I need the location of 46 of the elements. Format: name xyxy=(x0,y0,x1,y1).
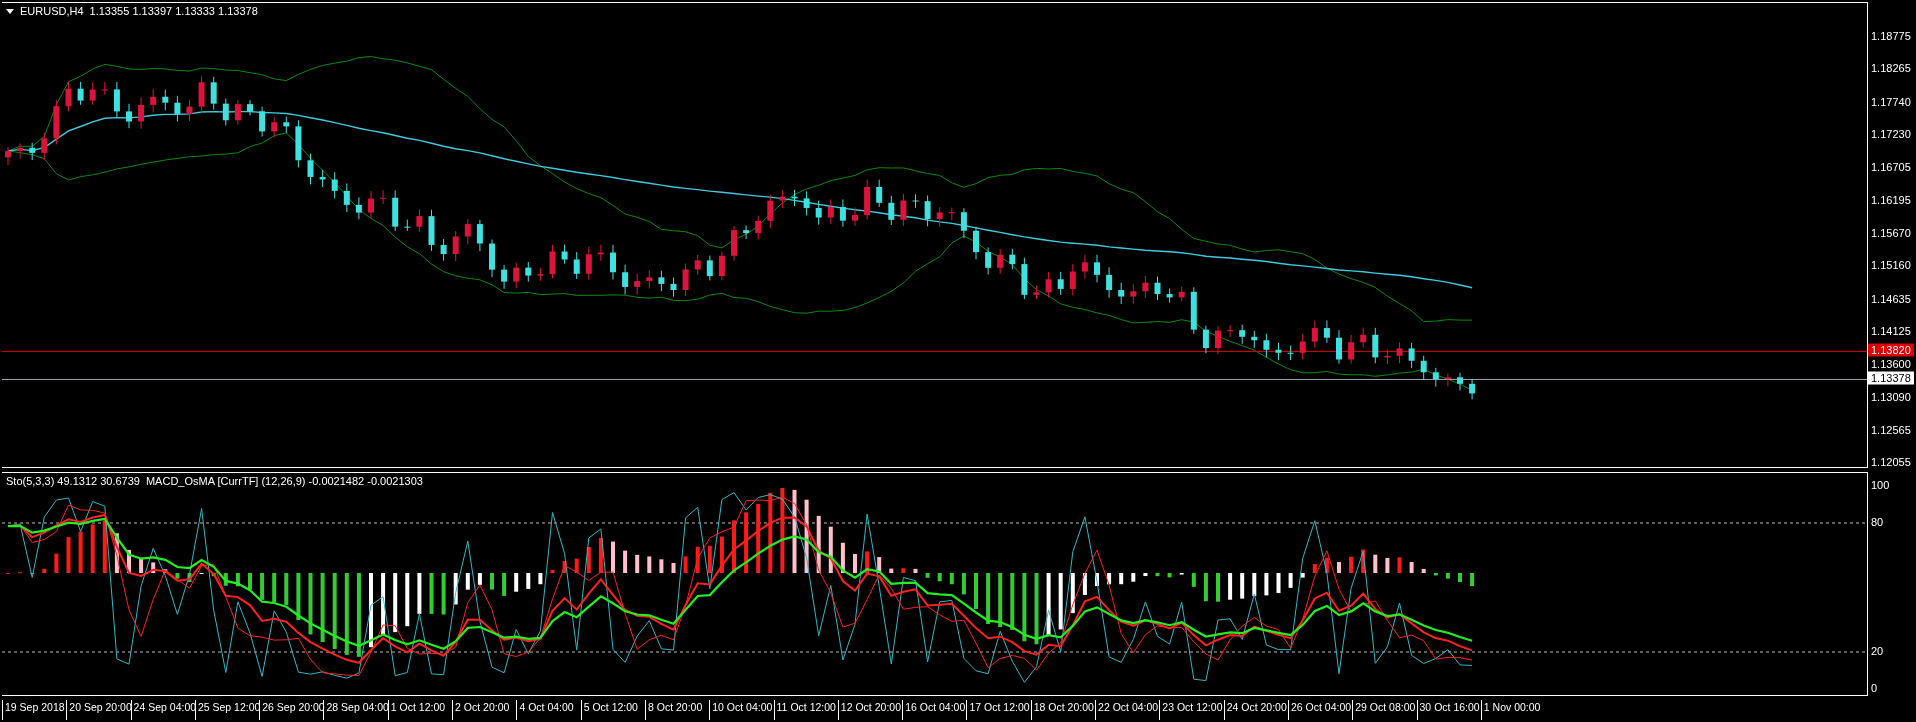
price-axis-label: 1.18265 xyxy=(1871,61,1911,75)
time-axis-label: 17 Oct 12:00 xyxy=(966,700,1031,720)
time-axis-label: 29 Oct 08:00 xyxy=(1352,700,1417,720)
scale-label: 0 xyxy=(1871,681,1878,695)
time-axis-label: 18 Oct 20:00 xyxy=(1030,700,1096,720)
time-axis-label: 30 Oct 16:00 xyxy=(1416,700,1481,720)
price-axis-label: 1.14125 xyxy=(1871,324,1911,338)
time-axis-label: 8 Oct 20:00 xyxy=(644,700,710,720)
time-axis-label: 2 Oct 20:00 xyxy=(452,700,517,720)
price-axis-label: 1.15670 xyxy=(1871,226,1911,240)
time-axis-label: 1 Oct 12:00 xyxy=(387,700,453,720)
time-axis-label: 26 Oct 04:00 xyxy=(1287,700,1353,720)
time-axis-label: 28 Sep 04:00 xyxy=(323,700,388,720)
ohlc-values: 1.13355 1.13397 1.13333 1.13378 xyxy=(89,5,258,17)
time-axis-label: 19 Sep 2018 xyxy=(2,700,67,720)
scale-label: 80 xyxy=(1871,515,1884,529)
price-axis-label: 1.12565 xyxy=(1871,423,1911,437)
bid-price-label: 1.13378 xyxy=(1868,371,1914,385)
time-axis-label: 5 Oct 12:00 xyxy=(580,700,645,720)
time-axis-label: 23 Oct 12:00 xyxy=(1159,700,1224,720)
time-axis-label: 16 Oct 04:00 xyxy=(902,700,967,720)
price-axis-label: 1.18775 xyxy=(1871,29,1911,43)
time-axis-label: 11 Oct 12:00 xyxy=(773,700,838,720)
scale-label: 100 xyxy=(1871,478,1890,492)
price-axis-label: 1.13600 xyxy=(1871,357,1911,371)
time-axis-label: 12 Oct 20:00 xyxy=(837,700,903,720)
price-axis-label: 1.16195 xyxy=(1871,193,1911,207)
time-axis-label: 10 Oct 04:00 xyxy=(709,700,774,720)
price-axis-label: 1.16705 xyxy=(1871,160,1911,174)
time-axis-label: 22 Oct 04:00 xyxy=(1095,700,1160,720)
time-axis-label: 20 Sep 20:00 xyxy=(66,700,131,720)
price-axis-label: 1.13090 xyxy=(1871,390,1911,404)
price-axis-label: 1.15160 xyxy=(1871,258,1911,272)
ask-price-label: 1.13820 xyxy=(1868,343,1914,357)
price-axis-label: 1.17740 xyxy=(1871,95,1911,109)
indicator-title: MACD_OsMA [CurrTF] (12,26,9) -0.0021482 -0.0021303 xyxy=(145,475,423,487)
time-axis-label: 24 Sep 04:00 xyxy=(130,700,195,720)
symbol-title: EURUSD,H4 xyxy=(20,5,84,17)
time-axis-label: 4 Oct 04:00 xyxy=(516,700,581,720)
price-axis-label: 1.14635 xyxy=(1871,292,1911,306)
time-axis-label: 1 Nov 00:00 xyxy=(1480,700,1546,720)
time-axis-label: 24 Oct 20:00 xyxy=(1223,700,1288,720)
indicator-title: Sto(5,3,3) 49.1312 30.6739 xyxy=(6,475,140,487)
price-axis-label: 1.12055 xyxy=(1871,455,1911,469)
scale-label: 20 xyxy=(1871,644,1884,658)
price-axis-label: 1.17230 xyxy=(1871,127,1911,141)
